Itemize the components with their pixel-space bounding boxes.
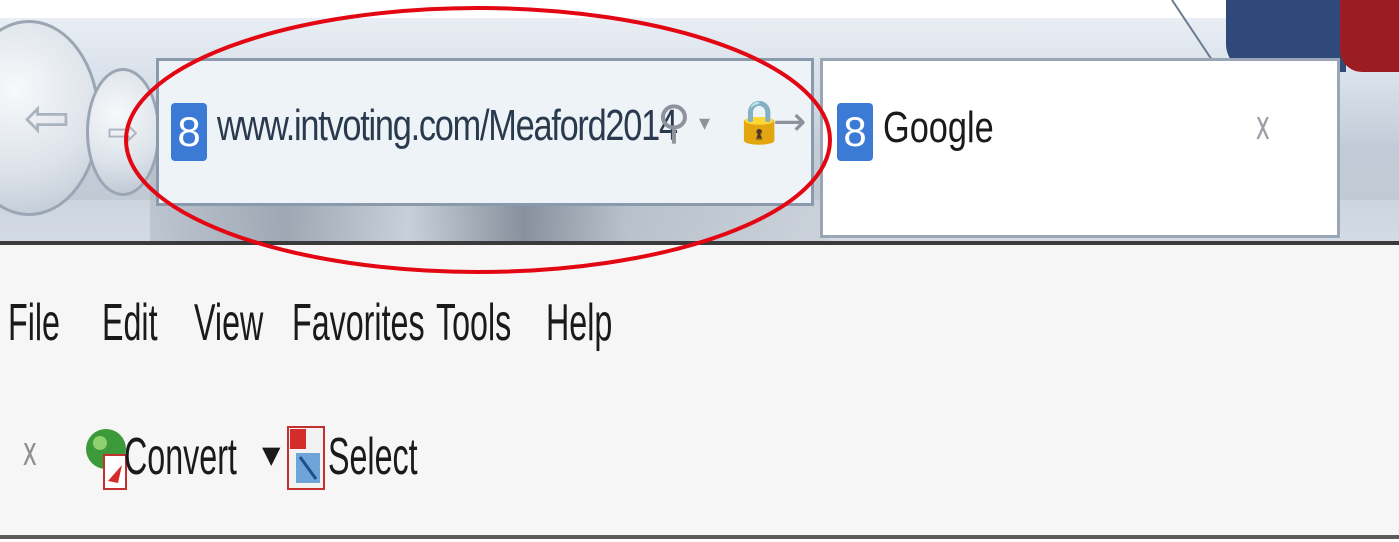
back-arrow-icon: ⇦ <box>23 85 71 151</box>
navigation-bar: ⇦ ⇨ 8 www.intvoting.com/Meaford2014 ⚲ ▾ … <box>0 0 1399 243</box>
go-arrow-icon[interactable]: → <box>773 99 807 145</box>
site-favicon-icon: 8 <box>171 103 207 161</box>
menu-file[interactable]: File <box>8 293 60 353</box>
search-icon[interactable]: ⚲ <box>657 95 691 149</box>
select-button[interactable]: Select <box>328 427 418 487</box>
command-bar-close-icon[interactable]: x <box>23 429 37 475</box>
address-bar[interactable]: 8 www.intvoting.com/Meaford2014 ⚲ ▾ 🔒 → <box>156 58 814 206</box>
convert-dropdown-icon[interactable]: ▼ <box>262 441 280 469</box>
dropdown-arrow-icon[interactable]: ▾ <box>699 111 710 136</box>
menu-area: File Edit View Favorites Tools Help x Co… <box>0 245 1399 535</box>
google-favicon-icon: 8 <box>837 103 873 161</box>
forward-button[interactable]: ⇨ <box>86 68 160 196</box>
search-close-icon[interactable]: x <box>1256 103 1270 149</box>
menu-view[interactable]: View <box>194 293 263 353</box>
menu-edit[interactable]: Edit <box>102 293 158 353</box>
menu-favorites[interactable]: Favorites <box>292 293 425 353</box>
search-provider-label[interactable]: Google <box>883 103 994 153</box>
menu-tools[interactable]: Tools <box>436 293 511 353</box>
convert-button[interactable]: Convert <box>124 427 237 487</box>
forward-arrow-icon: ⇨ <box>107 110 139 154</box>
address-url[interactable]: www.intvoting.com/Meaford2014 <box>217 101 678 151</box>
search-bar[interactable]: 8 Google x <box>820 58 1340 238</box>
corner-decoration-line <box>1171 0 1213 60</box>
select-pdf-icon[interactable] <box>286 423 330 495</box>
menu-help[interactable]: Help <box>546 293 612 353</box>
corner-decoration-red <box>1340 0 1399 72</box>
